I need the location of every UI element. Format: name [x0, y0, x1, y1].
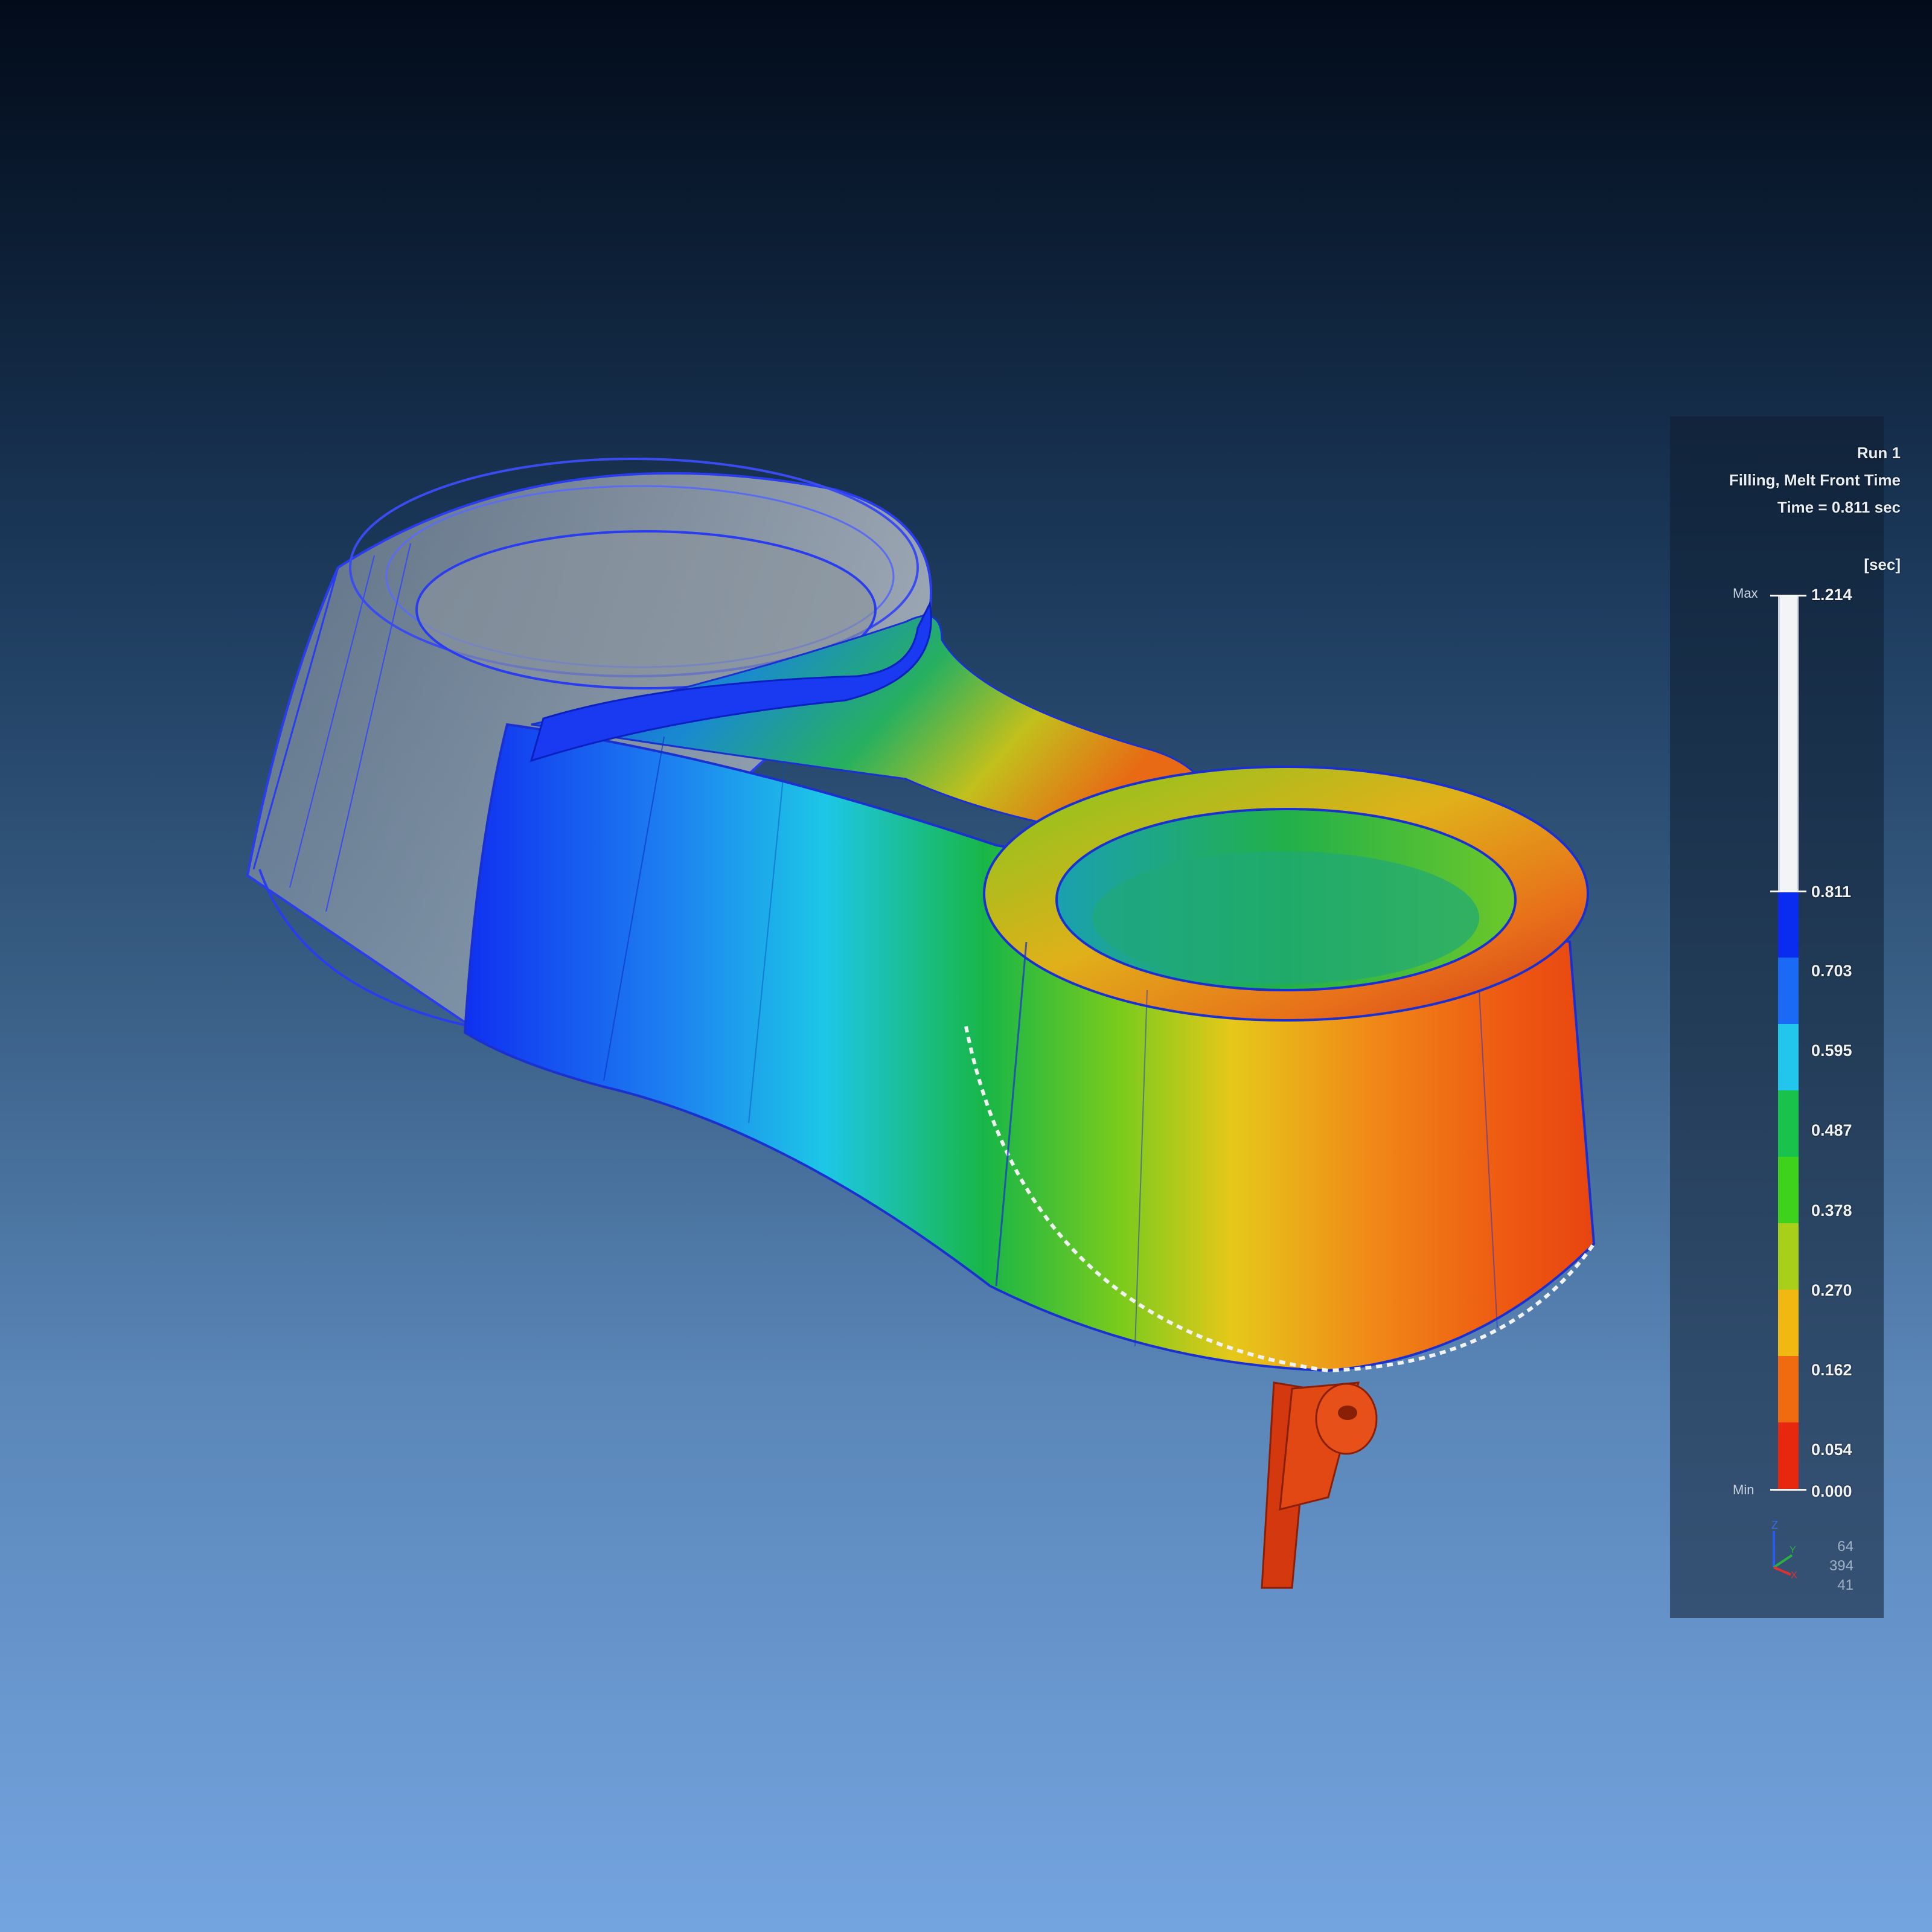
triad-number: 64 — [1837, 1538, 1854, 1555]
tick-value: 0.054 — [1811, 1441, 1852, 1459]
colorbar-band — [1778, 1356, 1799, 1422]
legend-run: Run 1 — [1857, 444, 1901, 462]
triad-y-label: Y — [1790, 1545, 1796, 1555]
colorbar-band — [1778, 1290, 1799, 1356]
colorbar-band — [1778, 1157, 1799, 1223]
triad-number: 394 — [1829, 1558, 1854, 1574]
sprue-runner — [1261, 1381, 1378, 1589]
tick-value: 0.487 — [1811, 1121, 1852, 1139]
colorbar-band — [1778, 958, 1799, 1024]
min-tick — [1770, 1489, 1806, 1491]
colorbar-band — [1778, 1422, 1799, 1489]
orientation-triad-icon[interactable]: Z Y X — [1762, 1519, 1798, 1579]
tick-value: 0.703 — [1811, 962, 1852, 980]
tick-value: 0.595 — [1811, 1041, 1852, 1060]
triad-x-label: X — [1791, 1570, 1797, 1579]
min-label: Min — [1733, 1482, 1754, 1497]
tick-value: 0.270 — [1811, 1281, 1852, 1299]
legend-time: Time = 0.811 sec — [1777, 498, 1901, 516]
tick-value: 0.162 — [1811, 1361, 1852, 1379]
colorbar-band — [1778, 1024, 1799, 1090]
legend-unit: [sec] — [1864, 555, 1901, 574]
current-tick — [1770, 891, 1806, 892]
tick-value: 0.811 — [1811, 883, 1852, 901]
triad-number: 41 — [1837, 1577, 1854, 1593]
max-value: 1.214 — [1811, 586, 1852, 604]
colorbar-band — [1778, 1090, 1799, 1157]
colorbar — [1778, 891, 1799, 1489]
colorbar-band — [1778, 1223, 1799, 1290]
colorbar-unfilled — [1778, 595, 1799, 891]
colorbar-band — [1778, 891, 1799, 958]
max-label: Max — [1733, 586, 1758, 601]
model-viewport[interactable] — [0, 0, 1932, 1932]
tick-value: 0.378 — [1811, 1201, 1852, 1220]
legend-result-type: Filling, Melt Front Time — [1729, 471, 1901, 489]
filled-region — [463, 601, 1596, 1373]
triad-z-label: Z — [1771, 1519, 1778, 1531]
min-value: 0.000 — [1811, 1482, 1852, 1500]
max-tick — [1770, 595, 1806, 597]
